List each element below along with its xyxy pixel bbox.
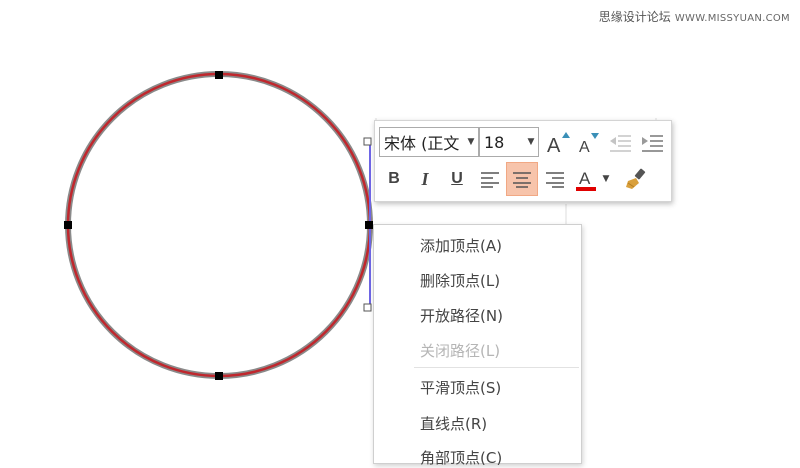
svg-text:A: A xyxy=(547,135,561,156)
menu-item-straight-point[interactable]: 直线点(R) xyxy=(420,413,487,434)
bold-button[interactable]: B xyxy=(379,164,409,194)
align-center-button[interactable] xyxy=(506,162,538,196)
control-handle-top[interactable] xyxy=(363,137,372,146)
align-right-button[interactable] xyxy=(540,164,570,194)
vertex-handle-bottom[interactable] xyxy=(215,372,223,380)
font-size-combobox[interactable]: 18 ▼ xyxy=(479,127,539,157)
vertex-handle-top[interactable] xyxy=(215,71,223,79)
vertex-handle-left[interactable] xyxy=(64,221,72,229)
format-painter-button[interactable] xyxy=(621,164,651,194)
menu-item-add-vertex[interactable]: 添加顶点(A) xyxy=(420,235,502,256)
vertex-handle-right[interactable] xyxy=(365,221,373,229)
underline-button[interactable]: U xyxy=(442,164,472,194)
decrease-indent-icon xyxy=(610,135,631,152)
menu-item-delete-vertex[interactable]: 删除顶点(L) xyxy=(420,270,500,291)
align-left-icon xyxy=(481,172,499,188)
menu-separator xyxy=(414,367,579,368)
grow-font-icon: A xyxy=(547,132,570,156)
menu-item-open-path[interactable]: 开放路径(N) xyxy=(420,305,503,326)
shrink-font-icon: A xyxy=(579,133,599,156)
chevron-down-icon[interactable]: ▼ xyxy=(524,137,538,147)
align-left-button[interactable] xyxy=(475,164,505,194)
italic-button[interactable]: I xyxy=(410,164,440,194)
chevron-down-icon[interactable]: ▼ xyxy=(464,137,478,147)
font-color-icon: A xyxy=(576,169,596,191)
grow-font-button[interactable]: A xyxy=(543,128,573,158)
context-menu: 添加顶点(A) 删除顶点(L) 开放路径(N) 关闭路径(L) 平滑顶点(S) … xyxy=(373,224,582,467)
menu-item-corner-point[interactable]: 角部顶点(C) xyxy=(420,447,502,468)
increase-indent-button[interactable] xyxy=(637,128,667,158)
font-color-button[interactable]: A xyxy=(573,164,599,194)
align-right-icon xyxy=(546,172,564,188)
circle-shape-outline[interactable] xyxy=(65,71,373,379)
menu-item-close-path: 关闭路径(L) xyxy=(420,342,501,360)
menu-item-smooth-point[interactable]: 平滑顶点(S) xyxy=(420,377,501,398)
font-color-dropdown-icon[interactable]: ▼ xyxy=(599,164,613,194)
format-painter-icon xyxy=(626,168,646,189)
control-handle-bottom[interactable] xyxy=(363,303,372,312)
decrease-indent-button[interactable] xyxy=(605,128,635,158)
increase-indent-icon xyxy=(642,135,663,152)
font-size-value: 18 xyxy=(484,132,505,152)
mini-toolbar: 宋体 (正文 ▼ 18 ▼ A A B I U A ▼ xyxy=(374,120,672,202)
svg-text:A: A xyxy=(579,169,591,188)
shrink-font-button[interactable]: A xyxy=(573,128,603,158)
font-name-value: 宋体 (正文 xyxy=(384,134,460,153)
font-name-combobox[interactable]: 宋体 (正文 ▼ xyxy=(379,127,479,157)
align-center-icon xyxy=(513,172,531,188)
svg-text:A: A xyxy=(579,139,590,156)
